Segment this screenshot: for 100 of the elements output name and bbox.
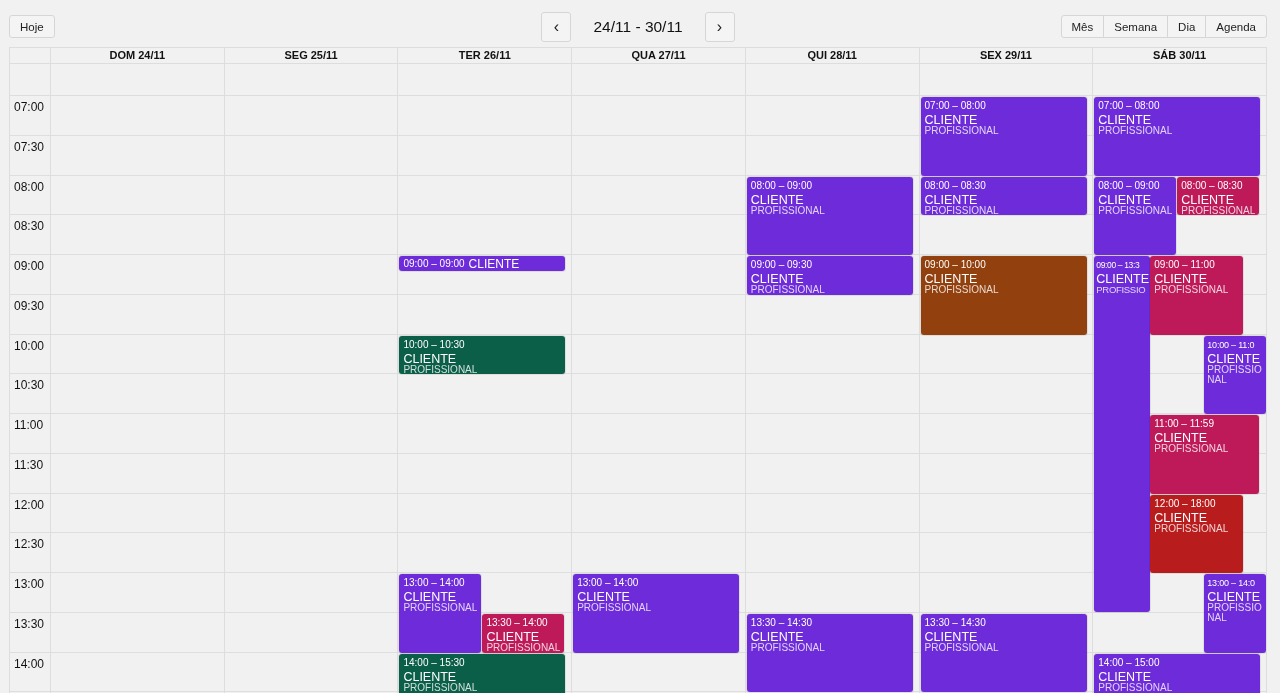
time-label: 07:00 [14, 100, 45, 114]
event-title: CLIENTE [486, 630, 540, 643]
next-button[interactable]: › [704, 11, 735, 42]
time-label: 08:00 [14, 179, 45, 194]
event-subtitle: PROFISSIONAL [1154, 285, 1229, 295]
event-card[interactable]: 08:00 – 09:00 CLIENTE PROFISSIONAL [1094, 176, 1177, 255]
event-subtitle: PROFISSIONAL [924, 205, 999, 216]
event-card[interactable]: 11:00 – 11:59 CLIENTE PROFISSIONAL [1150, 415, 1260, 494]
day-header: SEX 29/11 [918, 48, 1093, 64]
previous-button[interactable]: ‹ [541, 11, 572, 42]
event-card[interactable]: 09:00 – 11:00 CLIENTE PROFISSIONAL [1150, 256, 1244, 335]
event-card[interactable]: 10:00 – 10:30 CLIENTE PROFISSIONAL [399, 335, 566, 375]
time-label: 14:00 [14, 656, 45, 671]
event-time: 08:00 – 09:00 [750, 179, 812, 192]
view-button[interactable]: Dia [1167, 15, 1207, 38]
event-title: CLIENTE [577, 591, 630, 603]
event-card[interactable]: 10:00 – 11:0 CLIENTE PROFISSIONAL [1204, 335, 1266, 414]
event-time: 13:30 – 14:00 [486, 616, 548, 629]
event-time: 12:00 – 18:00 [1154, 497, 1216, 510]
view-button[interactable]: Semana [1103, 15, 1169, 38]
day-header: SÁB 30/11 [1092, 48, 1266, 64]
event-card[interactable]: 13:30 – 14:00 CLIENTE PROFISSIONAL [482, 613, 565, 653]
date-range-title: 24/11 - 30/11 [593, 17, 683, 36]
event-title: CLIENTE [750, 630, 804, 643]
event-title: CLIENTE [1181, 193, 1235, 206]
event-time: 10:00 – 10:30 [403, 338, 465, 351]
time-label: 08:30 [14, 219, 45, 234]
event-subtitle: PROFISSIONAL [1207, 603, 1263, 623]
event-subtitle: PROFISSIONAL [1098, 205, 1173, 216]
event-card[interactable]: 09:00 – 13:3 CLIENTE PROFISSIO [1094, 256, 1151, 612]
event-title: CLIENTE [924, 193, 978, 206]
time-label: 09:30 [14, 298, 45, 313]
time-label: 13:30 [14, 616, 45, 631]
time-label: 07:30 [14, 139, 45, 154]
event-card[interactable]: 12:00 – 18:00 CLIENTE PROFISSIONAL [1150, 494, 1244, 573]
event-card[interactable]: 08:00 – 09:00 CLIENTE PROFISSIONAL [746, 176, 913, 255]
event-title: CLIENTE [750, 273, 804, 285]
event-time: 08:00 – 09:00 [1098, 179, 1160, 192]
event-title: CLIENTE [1154, 511, 1208, 524]
event-subtitle: PROFISSIONAL [1207, 364, 1263, 385]
event-subtitle: PROFISSIONAL [403, 364, 478, 375]
event-subtitle: PROFISSIONAL [750, 205, 825, 216]
event-subtitle: PROFISSIO [1096, 285, 1146, 295]
event-time: 14:00 – 15:30 [403, 656, 465, 669]
event-subtitle: PROFISSIONAL [403, 603, 478, 613]
event-card[interactable]: 14:00 – 15:30 CLIENTE PROFISSIONAL [399, 653, 566, 693]
event-title: CLIENTE [403, 352, 457, 365]
event-time: 07:00 – 08:00 [1098, 100, 1160, 112]
event-card[interactable]: 08:00 – 08:30 CLIENTE PROFISSIONAL [1177, 176, 1260, 216]
event-card[interactable]: 08:00 – 08:30 CLIENTE PROFISSIONAL [920, 176, 1087, 216]
event-time: 13:30 – 14:30 [750, 616, 812, 629]
event-subtitle: PROFISSIONAL [1098, 126, 1173, 136]
event-title: CLIENTE [1098, 670, 1152, 683]
event-title: CLIENTE [403, 591, 457, 603]
event-title: CLIENTE [1154, 273, 1208, 285]
event-time: 09:00 – 09:00 [403, 257, 465, 270]
event-time: 09:00 – 10:00 [924, 259, 986, 271]
event-time: 13:00 – 14:00 [403, 577, 465, 589]
event-title: CLIENTE [1207, 352, 1261, 365]
event-time: 10:00 – 11:0 [1207, 338, 1255, 351]
event-title: CLIENTE [1096, 273, 1150, 285]
event-card[interactable]: 13:00 – 14:0 CLIENTE PROFISSIONAL [1204, 574, 1266, 653]
event-card[interactable]: 13:00 – 14:00 CLIENTE PROFISSIONAL [573, 574, 740, 653]
event-title: CLIENTE [750, 193, 804, 206]
event-time: 08:00 – 08:30 [924, 179, 986, 192]
time-label: 12:30 [14, 537, 45, 552]
event-subtitle: PROFISSIONAL [924, 642, 999, 653]
time-label: 09:00 [14, 259, 45, 273]
event-card[interactable]: 13:00 – 14:00 CLIENTE PROFISSIONAL [399, 574, 482, 653]
event-subtitle: PROFISSIONAL [577, 603, 652, 613]
time-label: 12:00 [14, 497, 45, 512]
time-label: 10:30 [14, 378, 45, 393]
event-time: 08:00 – 08:30 [1181, 179, 1243, 192]
event-subtitle: PROFISSIONAL [924, 126, 999, 136]
day-header: TER 26/11 [397, 48, 572, 64]
event-time: 11:00 – 11:59 [1154, 418, 1214, 430]
view-button[interactable]: Agenda [1205, 15, 1267, 38]
event-card[interactable]: 09:00 – 09:00 CLIENTE [399, 256, 566, 271]
event-title: CLIENTE [1098, 114, 1152, 126]
event-time: 13:30 – 14:30 [924, 616, 986, 629]
day-header: QUA 27/11 [571, 48, 745, 64]
event-card[interactable]: 09:00 – 09:30 CLIENTE PROFISSIONAL [746, 256, 913, 295]
event-subtitle: PROFISSIONAL [924, 285, 999, 295]
today-button[interactable]: Hoje [9, 15, 55, 38]
event-subtitle: PROFISSIONAL [1154, 523, 1229, 534]
event-card[interactable]: 07:00 – 08:00 CLIENTE PROFISSIONAL [920, 97, 1087, 176]
event-title: CLIENTE [924, 630, 978, 643]
event-time: 13:00 – 14:0 [1207, 577, 1255, 589]
event-card[interactable]: 09:00 – 10:00 CLIENTE PROFISSIONAL [920, 256, 1087, 335]
view-button[interactable]: Mês [1060, 15, 1105, 38]
event-card[interactable]: 13:30 – 14:30 CLIENTE PROFISSIONAL [746, 613, 913, 693]
event-card[interactable]: 14:00 – 15:00 CLIENTE PROFISSIONAL [1094, 653, 1261, 693]
time-label: 11:30 [14, 457, 44, 472]
time-label: 13:00 [14, 577, 45, 591]
event-time: 09:00 – 09:30 [750, 259, 812, 271]
event-card[interactable]: 13:30 – 14:30 CLIENTE PROFISSIONAL [920, 613, 1087, 693]
event-time: 09:00 – 13:3 [1096, 259, 1140, 271]
day-header: SEG 25/11 [223, 48, 398, 64]
event-card[interactable]: 07:00 – 08:00 CLIENTE PROFISSIONAL [1094, 97, 1261, 176]
event-title: CLIENTE [468, 257, 520, 270]
